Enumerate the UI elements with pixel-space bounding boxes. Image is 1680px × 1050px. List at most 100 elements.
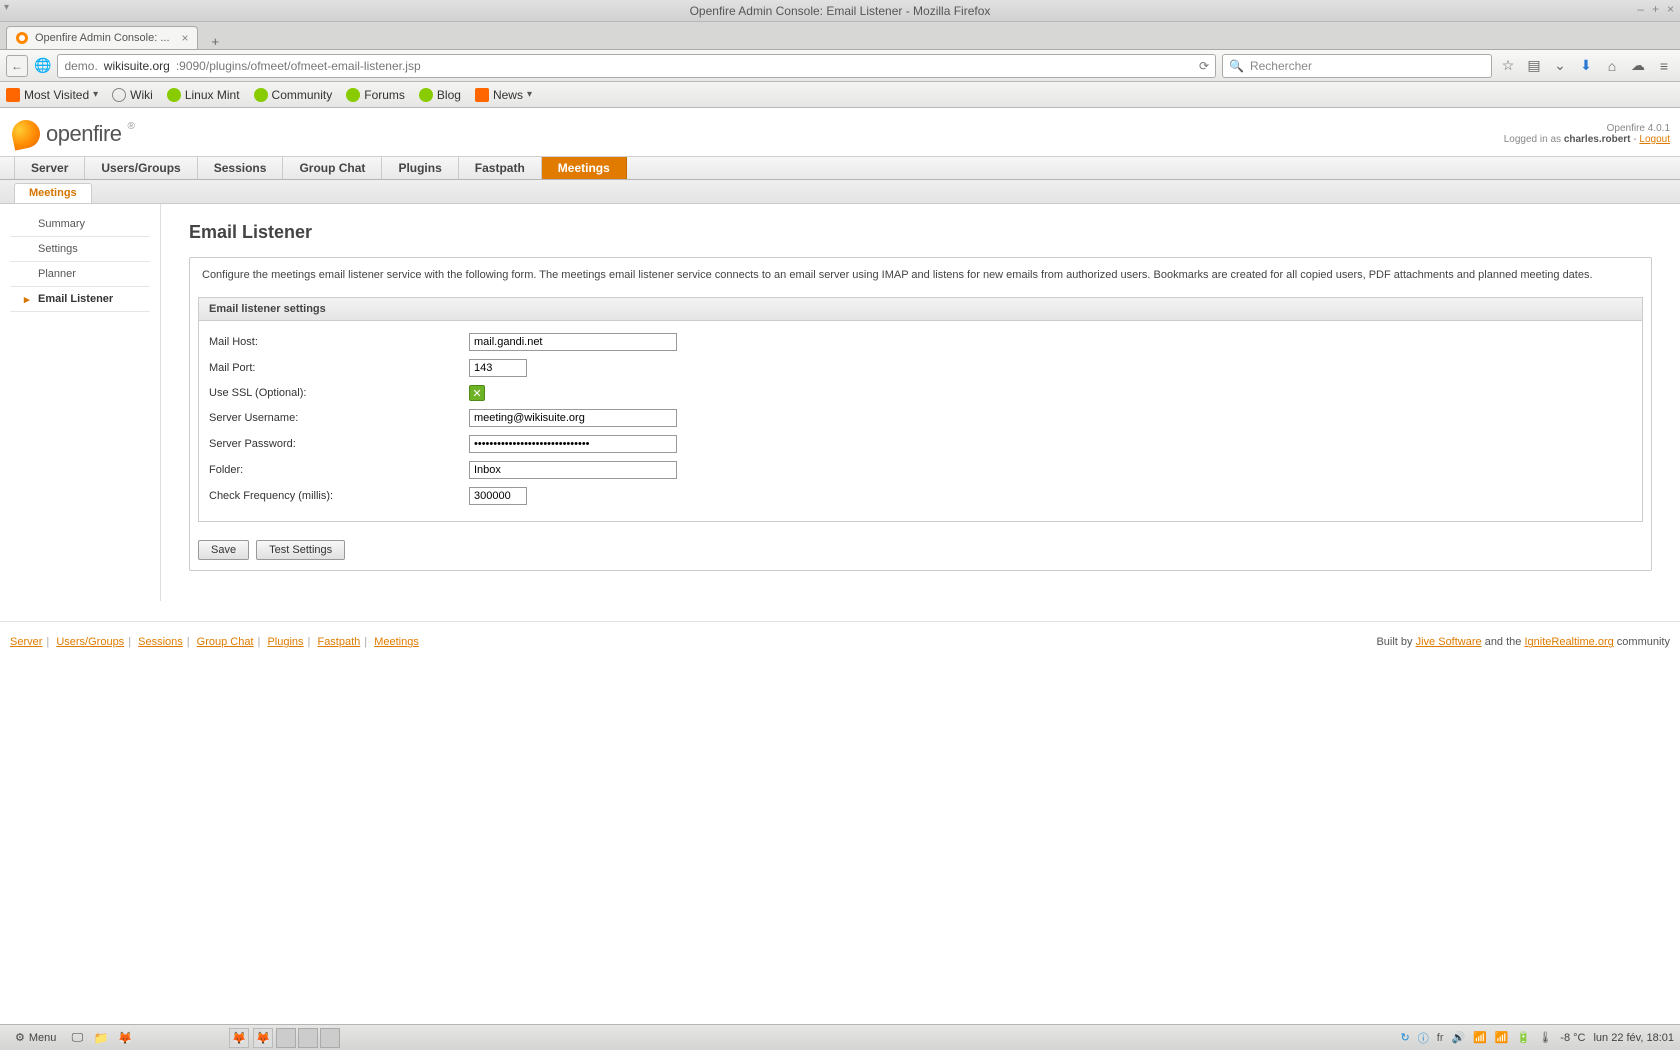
window-titlebar: ▾ Openfire Admin Console: Email Listener… <box>0 0 1680 22</box>
bookmark-forums[interactable]: Forums <box>346 88 405 102</box>
titlebar-chevron-icon: ▾ <box>4 2 9 13</box>
tab-plugins[interactable]: Plugins <box>382 157 458 179</box>
input-folder[interactable] <box>469 461 677 479</box>
url-suffix: :9090/plugins/ofmeet/ofmeet-email-listen… <box>176 59 421 73</box>
input-mail-host[interactable] <box>469 333 677 351</box>
language-indicator[interactable]: fr <box>1437 1032 1444 1044</box>
taskbar-app-1[interactable]: 🦊 <box>229 1028 249 1048</box>
input-password[interactable] <box>469 435 677 453</box>
bookmark-news[interactable]: News <box>475 88 532 102</box>
taskbar-slot-3[interactable] <box>320 1028 340 1048</box>
update-icon[interactable]: ↻ <box>1401 1031 1410 1044</box>
footer-nav: Server| Users/Groups| Sessions| Group Ch… <box>10 636 419 648</box>
globe-icon <box>112 88 126 102</box>
chat-icon[interactable]: ☁ <box>1628 57 1648 74</box>
start-menu-button[interactable]: ⚙Menu <box>6 1028 65 1047</box>
openfire-header: openfire® Openfire 4.0.1 Logged in as ch… <box>0 108 1680 156</box>
product-name: openfire <box>46 121 122 147</box>
network-icon[interactable]: 📶 <box>1473 1031 1487 1044</box>
sidebar-item-summary[interactable]: Summary <box>10 212 150 237</box>
footer-link-plugins[interactable]: Plugins <box>267 636 303 648</box>
bookmarks-bar: Most Visited Wiki Linux Mint Community F… <box>0 82 1680 108</box>
search-icon: 🔍 <box>1229 59 1244 73</box>
bookmark-linux-mint[interactable]: Linux Mint <box>167 88 240 102</box>
taskbar-slot-2[interactable] <box>298 1028 318 1048</box>
tab-group-chat[interactable]: Group Chat <box>283 157 382 179</box>
input-frequency[interactable] <box>469 487 527 505</box>
volume-icon[interactable]: 🔊 <box>1452 1031 1466 1044</box>
tab-close-icon[interactable]: × <box>182 31 189 45</box>
page-title: Email Listener <box>189 222 1652 243</box>
tab-users-groups[interactable]: Users/Groups <box>85 157 197 179</box>
link-jive[interactable]: Jive Software <box>1416 636 1482 648</box>
info-icon[interactable]: ⓘ <box>1418 1030 1429 1046</box>
back-button[interactable]: ← <box>6 55 28 77</box>
home-icon[interactable]: ⌂ <box>1602 58 1622 74</box>
main-content: Email Listener Configure the meetings em… <box>160 204 1680 601</box>
tab-favicon-icon <box>15 31 29 45</box>
files-icon[interactable]: 📁 <box>91 1028 111 1048</box>
footer-link-users[interactable]: Users/Groups <box>56 636 124 648</box>
sidebar-item-planner[interactable]: Planner <box>10 262 150 287</box>
link-igniterealtime[interactable]: IgniteRealtime.org <box>1524 636 1613 648</box>
hamburger-icon[interactable]: ≡ <box>1654 58 1674 74</box>
show-desktop-icon[interactable]: 🖵 <box>67 1028 87 1048</box>
input-username[interactable] <box>469 409 677 427</box>
mint-icon <box>167 88 181 102</box>
bookmark-wiki[interactable]: Wiki <box>112 88 153 102</box>
battery-icon[interactable]: 🔋 <box>1517 1031 1531 1044</box>
system-tray: ↻ ⓘ fr 🔊 📶 📶 🔋 🌡 -8 °C lun 22 fév, 18:01 <box>1401 1030 1674 1046</box>
checkbox-use-ssl[interactable]: ✕ <box>469 385 485 401</box>
bookmark-most-visited[interactable]: Most Visited <box>6 88 98 102</box>
clipboard-icon[interactable]: ▤ <box>1524 57 1544 74</box>
url-host: wikisuite.org <box>104 59 170 73</box>
tab-server[interactable]: Server <box>14 157 85 179</box>
label-mail-port: Mail Port: <box>209 362 469 374</box>
fieldset: Email listener settings Mail Host: Mail … <box>198 297 1643 522</box>
firefox-tray-icon[interactable]: 🦊 <box>115 1028 135 1048</box>
taskbar-slot-1[interactable] <box>276 1028 296 1048</box>
url-input[interactable]: demo.wikisuite.org:9090/plugins/ofmeet/o… <box>57 54 1216 78</box>
footer-link-sessions[interactable]: Sessions <box>138 636 183 648</box>
close-window-button[interactable]: × <box>1667 2 1674 16</box>
browser-toolbar: ← 🌐 demo.wikisuite.org:9090/plugins/ofme… <box>0 50 1680 82</box>
footer-link-fastpath[interactable]: Fastpath <box>317 636 360 648</box>
tab-fastpath[interactable]: Fastpath <box>459 157 542 179</box>
pocket-icon[interactable]: ⌄ <box>1550 57 1570 74</box>
bookmark-blog[interactable]: Blog <box>419 88 461 102</box>
input-mail-port[interactable] <box>469 359 527 377</box>
label-frequency: Check Frequency (millis): <box>209 490 469 502</box>
search-input[interactable]: 🔍 Rechercher <box>1222 54 1492 78</box>
window-title: Openfire Admin Console: Email Listener -… <box>690 4 991 18</box>
footer-link-server[interactable]: Server <box>10 636 42 648</box>
maximize-button[interactable]: + <box>1652 2 1659 16</box>
browser-tab[interactable]: Openfire Admin Console: ... × <box>6 26 198 49</box>
panel-description: Configure the meetings email listener se… <box>190 258 1651 293</box>
login-prefix: Logged in as <box>1504 134 1564 145</box>
mint-icon <box>346 88 360 102</box>
subtab-meetings[interactable]: Meetings <box>14 183 92 203</box>
bookmark-star-icon[interactable]: ☆ <box>1498 57 1518 74</box>
download-icon[interactable]: ⬇ <box>1576 57 1596 74</box>
bookmark-community[interactable]: Community <box>254 88 333 102</box>
sidebar-item-email-listener[interactable]: Email Listener <box>10 287 150 312</box>
login-user: charles.robert <box>1564 134 1631 145</box>
test-settings-button[interactable]: Test Settings <box>256 540 345 560</box>
browser-tabstrip: Openfire Admin Console: ... × + <box>0 22 1680 50</box>
sidebar: Summary Settings Planner Email Listener <box>0 204 160 601</box>
taskbar-app-2[interactable]: 🦊 <box>253 1028 273 1048</box>
wifi-icon[interactable]: 📶 <box>1495 1031 1509 1044</box>
os-taskbar: ⚙Menu 🖵 📁 🦊 🦊 🦊 ↻ ⓘ fr 🔊 📶 📶 🔋 🌡 -8 °C l… <box>0 1024 1680 1050</box>
new-tab-button[interactable]: + <box>206 34 226 49</box>
footer-link-groupchat[interactable]: Group Chat <box>197 636 254 648</box>
page-footer: Server| Users/Groups| Sessions| Group Ch… <box>0 621 1680 662</box>
sidebar-item-settings[interactable]: Settings <box>10 237 150 262</box>
tab-sessions[interactable]: Sessions <box>198 157 284 179</box>
tab-meetings[interactable]: Meetings <box>542 157 627 179</box>
save-button[interactable]: Save <box>198 540 249 560</box>
minimize-button[interactable]: – <box>1637 2 1644 16</box>
footer-link-meetings[interactable]: Meetings <box>374 636 419 648</box>
logout-link[interactable]: Logout <box>1639 134 1670 145</box>
reload-icon[interactable]: ⟳ <box>1199 59 1209 73</box>
weather-icon: 🌡 <box>1538 1031 1552 1044</box>
